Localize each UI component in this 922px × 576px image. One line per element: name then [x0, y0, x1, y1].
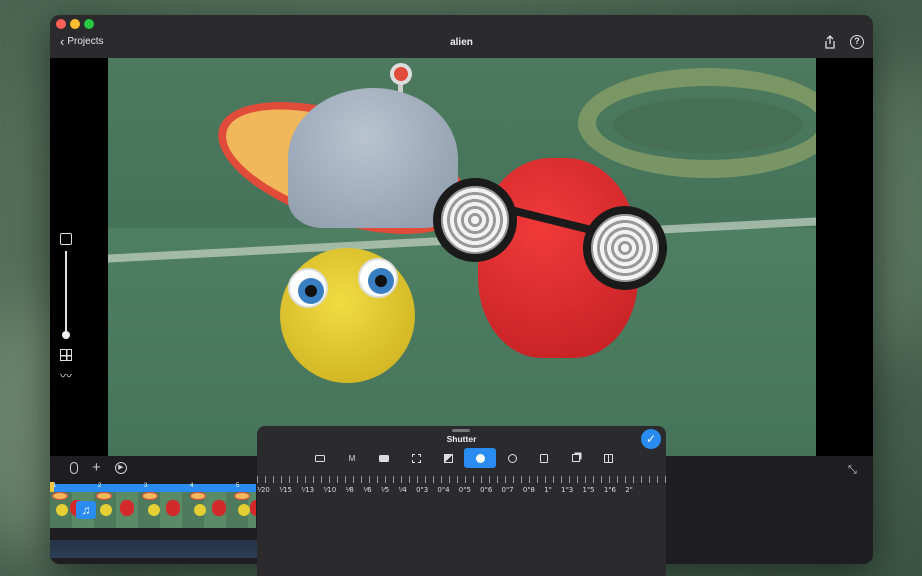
camera-settings-panel: Shutter ✓ M ¹⁄20 ¹⁄15 ¹⁄13 ¹⁄10 ¹⁄8 ¹⁄6 ¹⁄5 ¹⁄4…: [257, 426, 666, 576]
import-icon[interactable]: [528, 448, 560, 468]
overlay-icon[interactable]: [60, 233, 72, 245]
camera-icon[interactable]: [304, 448, 336, 468]
scale-ticks: [257, 476, 666, 483]
shutter-value-label[interactable]: 1"6: [604, 486, 616, 494]
focus-icon[interactable]: [400, 448, 432, 468]
ruler-number: 5: [236, 483, 240, 489]
ruler-number: 4: [190, 483, 194, 489]
project-title: alien: [450, 37, 473, 48]
shutter-value-label[interactable]: 1"3: [561, 486, 573, 494]
shutter-value-label[interactable]: ¹⁄15: [279, 486, 292, 494]
microphone-icon[interactable]: [70, 462, 78, 474]
graph-icon[interactable]: 〰: [60, 367, 72, 384]
shutter-speed-scale[interactable]: ¹⁄20 ¹⁄15 ¹⁄13 ¹⁄10 ¹⁄8 ¹⁄6 ¹⁄5 ¹⁄4 0"3 0"4 0"5 0"6…: [257, 476, 666, 500]
shutter-value-label[interactable]: ¹⁄13: [301, 486, 314, 494]
ruler-number: 2: [98, 483, 102, 489]
shutter-value-label[interactable]: 2": [625, 486, 633, 494]
opacity-slider-track[interactable]: [65, 251, 67, 335]
close-window-button[interactable]: [56, 19, 66, 29]
play-icon[interactable]: ▶: [114, 462, 127, 474]
opacity-slider-handle[interactable]: [62, 331, 70, 339]
shutter-value-label[interactable]: 0"3: [416, 486, 428, 494]
share-icon[interactable]: [823, 35, 837, 49]
expand-icon[interactable]: ⤡: [848, 464, 857, 477]
frame-track[interactable]: 1 2 3 4 5 ♫: [50, 482, 260, 528]
titlebar: ‹ Projects alien ?: [50, 15, 873, 58]
shutter-value-label[interactable]: 0"7: [502, 486, 514, 494]
onion-skin-controls: 〰: [60, 233, 74, 383]
mode-selector: M: [304, 448, 624, 468]
zoom-icon[interactable]: [496, 448, 528, 468]
exposure-icon[interactable]: [432, 448, 464, 468]
shutter-value-label[interactable]: 0"4: [437, 486, 449, 494]
shutter-values: ¹⁄20 ¹⁄15 ¹⁄13 ¹⁄10 ¹⁄8 ¹⁄6 ¹⁄5 ¹⁄4 0"3 0"4 0"5 0"6…: [257, 486, 666, 494]
camera-preview[interactable]: 〰: [50, 58, 873, 456]
shutter-value-label[interactable]: 0"8: [523, 486, 535, 494]
shutter-value-label[interactable]: ¹⁄20: [257, 486, 270, 494]
add-icon[interactable]: +: [92, 460, 101, 475]
panel-grabber[interactable]: [452, 429, 470, 432]
manual-mode-label: M: [348, 453, 356, 463]
split-icon[interactable]: [592, 448, 624, 468]
music-note-icon[interactable]: ♫: [76, 501, 96, 519]
frame-ruler: 1 2 3 4 5: [50, 483, 256, 492]
shutter-value-label[interactable]: ¹⁄6: [363, 486, 371, 494]
minimize-window-button[interactable]: [70, 19, 80, 29]
shutter-value-label[interactable]: ¹⁄10: [323, 486, 336, 494]
shutter-value-label[interactable]: 0"5: [459, 486, 471, 494]
grid-icon[interactable]: [60, 349, 72, 361]
shutter-value-label[interactable]: ¹⁄8: [345, 486, 353, 494]
preview-image: [108, 58, 816, 456]
timeline-toolbar: + ▶: [70, 460, 127, 475]
shutter-value-label[interactable]: 1"5: [582, 486, 594, 494]
zoom-window-button[interactable]: [84, 19, 94, 29]
ruler-number: 3: [144, 483, 148, 489]
help-icon[interactable]: ?: [850, 35, 864, 49]
shutter-value-label[interactable]: 1": [544, 486, 552, 494]
audio-waveform[interactable]: [50, 540, 260, 558]
shutter-value-label[interactable]: 0"6: [480, 486, 492, 494]
panel-title: Shutter: [446, 434, 477, 444]
checkmark-icon[interactable]: ✓: [641, 429, 661, 449]
shutter-value-label[interactable]: ¹⁄5: [381, 486, 389, 494]
shutter-icon[interactable]: [464, 448, 496, 468]
video-icon[interactable]: [368, 448, 400, 468]
layers-icon[interactable]: [560, 448, 592, 468]
shutter-value-label[interactable]: ¹⁄4: [398, 486, 406, 494]
manual-mode-button[interactable]: M: [336, 448, 368, 468]
